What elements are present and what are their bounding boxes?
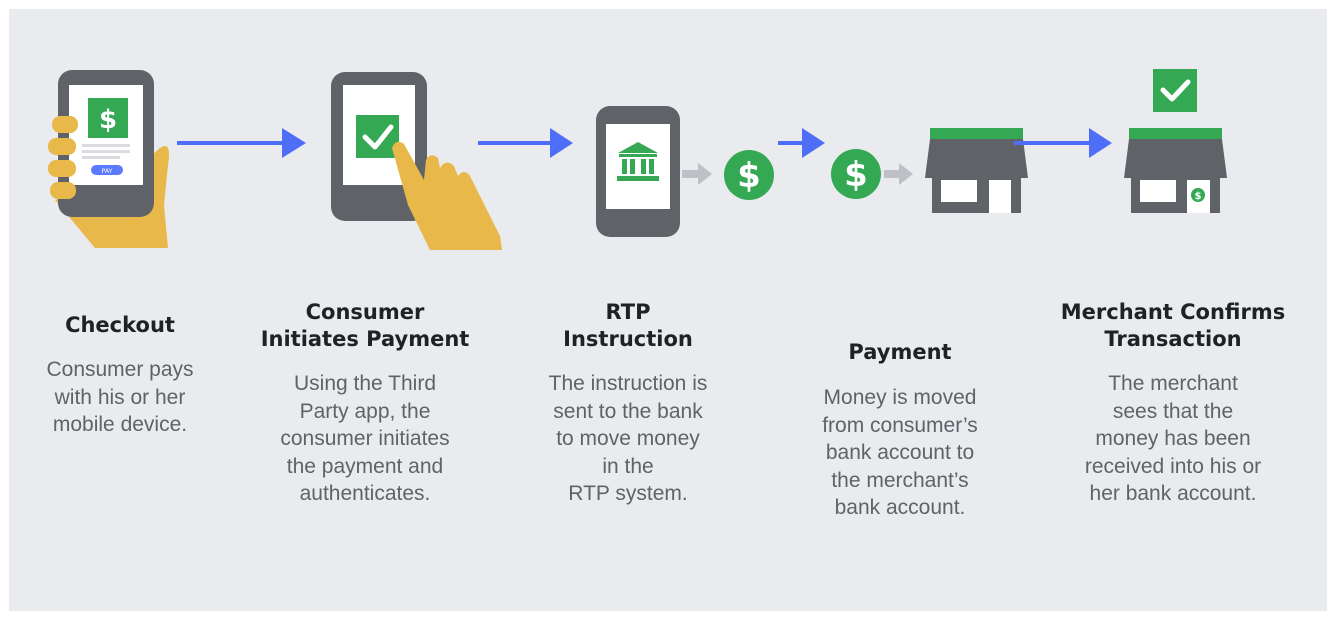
- flow-arrow: [1014, 128, 1112, 158]
- flow-arrow: [478, 128, 573, 158]
- step-rtp-instruction: RTP Instruction The instruction is sent …: [518, 299, 738, 508]
- step-title: Consumer Initiates Payment: [260, 300, 470, 351]
- step-title: RTP Instruction: [563, 300, 693, 351]
- phone-bank-icon: [596, 106, 712, 237]
- flow-arrow: [177, 128, 306, 158]
- dollar-coin-icon: $: [724, 150, 774, 200]
- step-payment: Payment Money is moved from consumer’s b…: [790, 339, 1010, 522]
- step-description: The instruction is sent to the bank to m…: [548, 372, 708, 505]
- svg-text:$: $: [99, 105, 117, 135]
- step-description: Using the Third Party app, the consumer …: [280, 372, 450, 505]
- step-title: Checkout: [65, 313, 175, 337]
- step-description: Consumer pays with his or her mobile dev…: [46, 358, 194, 436]
- store-check-dollar-icon: $: [1124, 69, 1227, 213]
- svg-text:$: $: [844, 155, 868, 195]
- step-checkout: Checkout Consumer pays with his or her m…: [15, 312, 225, 439]
- step-description: The merchant sees that the money has bee…: [1084, 372, 1262, 505]
- pay-button-label: PAY: [102, 168, 113, 175]
- phone-tap-check-icon: [331, 72, 502, 250]
- step-title: Payment: [848, 340, 952, 364]
- step-description: Money is moved from consumer’s bank acco…: [822, 386, 978, 519]
- step-merchant-confirms-transaction: Merchant Confirms Transaction The mercha…: [1043, 299, 1303, 508]
- step-title: Merchant Confirms Transaction: [1060, 300, 1286, 351]
- svg-text:$: $: [737, 156, 761, 196]
- step-consumer-initiates-payment: Consumer Initiates Payment Using the Thi…: [255, 299, 475, 508]
- phone-in-hand-dollar-icon: $ PAY: [48, 70, 169, 248]
- svg-text:$: $: [1195, 191, 1202, 202]
- flow-arrow: [778, 128, 825, 158]
- dollar-coin-to-store-icon: $: [831, 128, 1028, 213]
